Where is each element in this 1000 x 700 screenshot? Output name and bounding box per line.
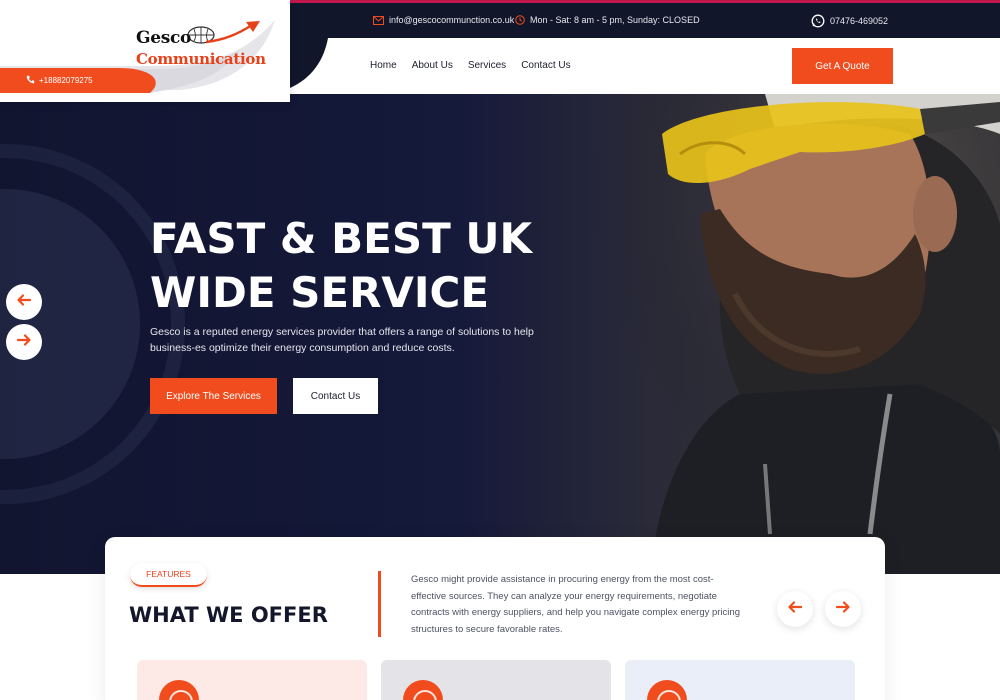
features-badge: FEATURES [130, 563, 207, 587]
whatsapp-number[interactable]: 07476-469052 [830, 16, 888, 26]
hero-prev-button[interactable] [6, 284, 42, 320]
hero-title: FAST & BEST UK WIDE SERVICE [150, 214, 533, 317]
explore-services-button[interactable]: Explore The Services [150, 378, 277, 414]
features-prev-button[interactable] [777, 591, 813, 627]
hero-section: FAST & BEST UK WIDE SERVICE Gesco is a r… [0, 94, 1000, 574]
accent-divider [378, 571, 381, 637]
features-next-button[interactable] [825, 591, 861, 627]
nav-about-us[interactable]: About Us [412, 60, 453, 71]
shield-icon [647, 680, 687, 700]
clock-icon [515, 15, 525, 25]
get-quote-button[interactable]: Get A Quote [792, 48, 893, 84]
whatsapp-icon [811, 14, 825, 28]
phone-icon [26, 75, 35, 86]
features-description: Gesco might provide assistance in procur… [411, 574, 740, 635]
arrow-right-icon [835, 600, 850, 618]
logo-name-line1: Gesco [136, 28, 192, 48]
hero-next-button[interactable] [6, 324, 42, 360]
hours-info: Mon - Sat: 8 am - 5 pm, Sunday: CLOSED [515, 15, 700, 25]
arrow-left-icon [788, 600, 803, 618]
hours-text: Mon - Sat: 8 am - 5 pm, Sunday: CLOSED [530, 15, 700, 25]
phone-number[interactable]: +18882079275 [39, 76, 93, 85]
logo-globe-arrow-icon [187, 21, 260, 44]
arrow-left-icon [17, 293, 32, 311]
hero-description: Gesco is a reputed energy services provi… [150, 326, 534, 354]
service-card-3[interactable] [625, 660, 855, 700]
whatsapp-info[interactable]: 07476-469052 [811, 14, 888, 28]
arrow-right-icon [16, 333, 31, 351]
energy-icon [159, 680, 199, 700]
what-we-offer-title: WHAT WE OFFER [129, 603, 328, 627]
navbar-corner-shape [290, 38, 328, 88]
power-icon [403, 680, 443, 700]
service-card-2[interactable] [381, 660, 611, 700]
nav-home[interactable]: Home [370, 60, 397, 71]
service-card-1[interactable] [137, 660, 367, 700]
hero-contact-button[interactable]: Contact Us [293, 378, 378, 414]
logo-phone[interactable]: +18882079275 [26, 75, 93, 86]
nav-contact-us[interactable]: Contact Us [521, 60, 570, 71]
nav-links: Home About Us Services Contact Us [370, 60, 571, 71]
email-info[interactable]: info@gescocommunction.co.uk [373, 15, 514, 25]
email-icon [373, 15, 384, 25]
email-text[interactable]: info@gescocommunction.co.uk [389, 15, 514, 25]
worker-image [590, 94, 1000, 574]
nav-services[interactable]: Services [468, 60, 506, 71]
logo-box[interactable]: Gesco Communication +18882079275 [0, 0, 290, 102]
logo-name-line2: Communication [136, 50, 266, 68]
